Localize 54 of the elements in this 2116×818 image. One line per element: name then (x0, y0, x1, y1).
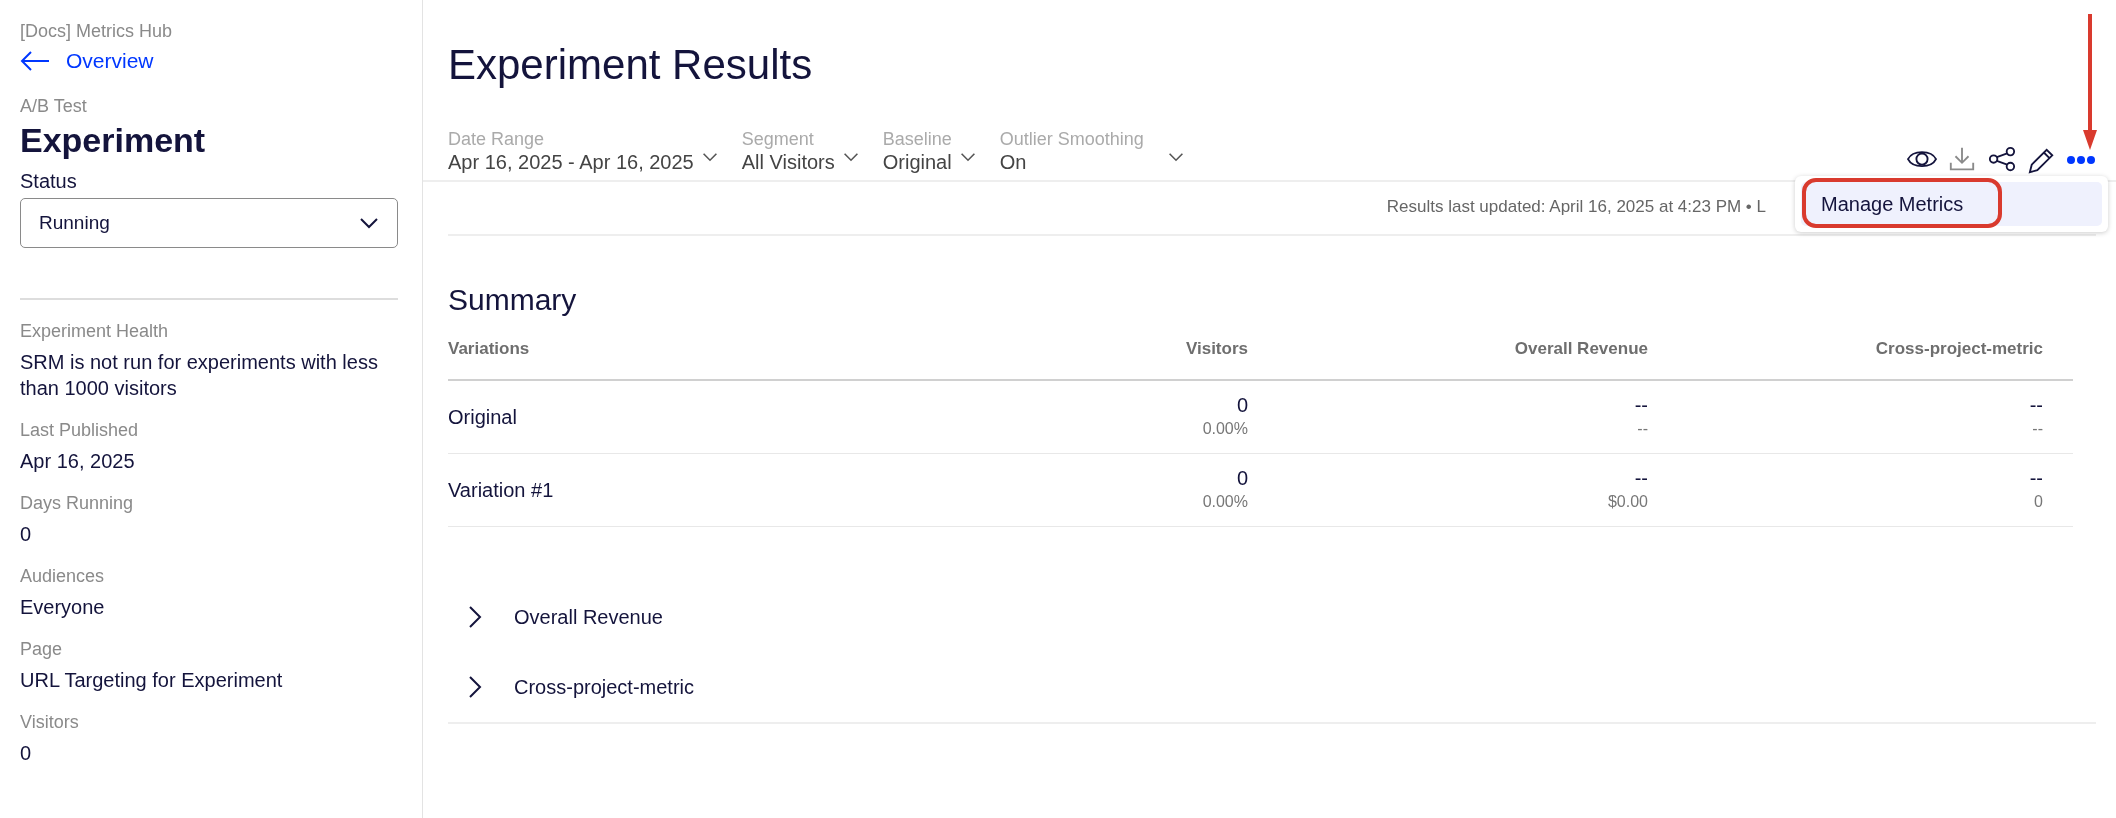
column-header: Cross-project-metric (1648, 321, 2073, 381)
metric-subvalue: -- (2031, 419, 2043, 440)
detail-value: URL Targeting for Experiment (20, 668, 284, 694)
detail-label: Audiences (20, 565, 106, 589)
detail-label: Last Published (20, 419, 140, 443)
back-arrow-icon (20, 49, 50, 72)
results-updated-text: Results last updated: April 16, 2025 at 4:23 PM • L (1386, 196, 1766, 219)
status-select[interactable]: Running (20, 198, 398, 249)
filter-dropdown[interactable]: Date Range Apr 16, 2025 - Apr 16, 2025 (448, 130, 718, 175)
detail-value: 0 (20, 522, 33, 548)
metric-subvalue: 0.00% (1201, 419, 1248, 440)
menu-item[interactable]: Manage Metrics (1801, 182, 2102, 226)
chevron-down-icon (959, 152, 976, 163)
metric-value: 0 (1235, 466, 1248, 491)
column-header: Overall Revenue (1248, 321, 1648, 381)
detail-value: Apr 16, 2025 (20, 449, 136, 475)
column-header: Variations (448, 321, 928, 381)
metric-subvalue: 0.00% (1201, 492, 1248, 513)
summary-title: Summary (448, 281, 578, 318)
metric-subvalue: $0.00 (1606, 492, 1648, 513)
filter-dropdown[interactable]: Outlier Smoothing On (999, 130, 1184, 175)
metric-subvalue: 0 (2033, 492, 2043, 513)
project-name: [Docs] Metrics Hub (20, 20, 174, 43)
more-icon (2066, 155, 2096, 166)
metric-value: -- (2028, 393, 2043, 418)
filter-dropdown[interactable]: Segment All Visitors (741, 130, 859, 175)
metric-value: -- (1633, 393, 1648, 418)
variation-name: Variation #1 (448, 453, 928, 527)
detail-label: Visitors (20, 711, 80, 735)
metric-subvalue: -- (1636, 419, 1648, 440)
chevron-down-icon (842, 152, 859, 163)
column-header: Visitors (928, 321, 1248, 381)
back-link[interactable]: Overview (20, 45, 154, 77)
detail-value: 0 (20, 741, 33, 767)
more-button[interactable] (2066, 155, 2096, 166)
page-title: Experiment Results (448, 40, 814, 90)
variation-name: Original (448, 380, 928, 454)
detail-value: SRM is not run for experiments with less than 1000 visitors (20, 350, 379, 402)
detail-label: Page (20, 638, 64, 662)
filter-dropdown[interactable]: Baseline Original (882, 130, 976, 175)
status-label: Status (20, 169, 78, 195)
detail-label: Experiment Health (20, 320, 170, 344)
chevron-down-icon (701, 152, 718, 163)
detail-label: Days Running (20, 492, 135, 516)
chevron-down-icon (1167, 152, 1184, 163)
type-label: A/B Test (20, 94, 88, 118)
chevron-down-icon (359, 217, 379, 230)
metric-expander[interactable]: Cross-project-metric (464, 652, 695, 723)
metric-value: -- (1633, 466, 1648, 491)
metric-value: 0 (1235, 393, 1248, 418)
metric-value: -- (2028, 466, 2043, 491)
experiment-title: Experiment (20, 119, 207, 161)
detail-value: Everyone (20, 595, 106, 621)
metric-expander[interactable]: Overall Revenue (464, 582, 663, 653)
